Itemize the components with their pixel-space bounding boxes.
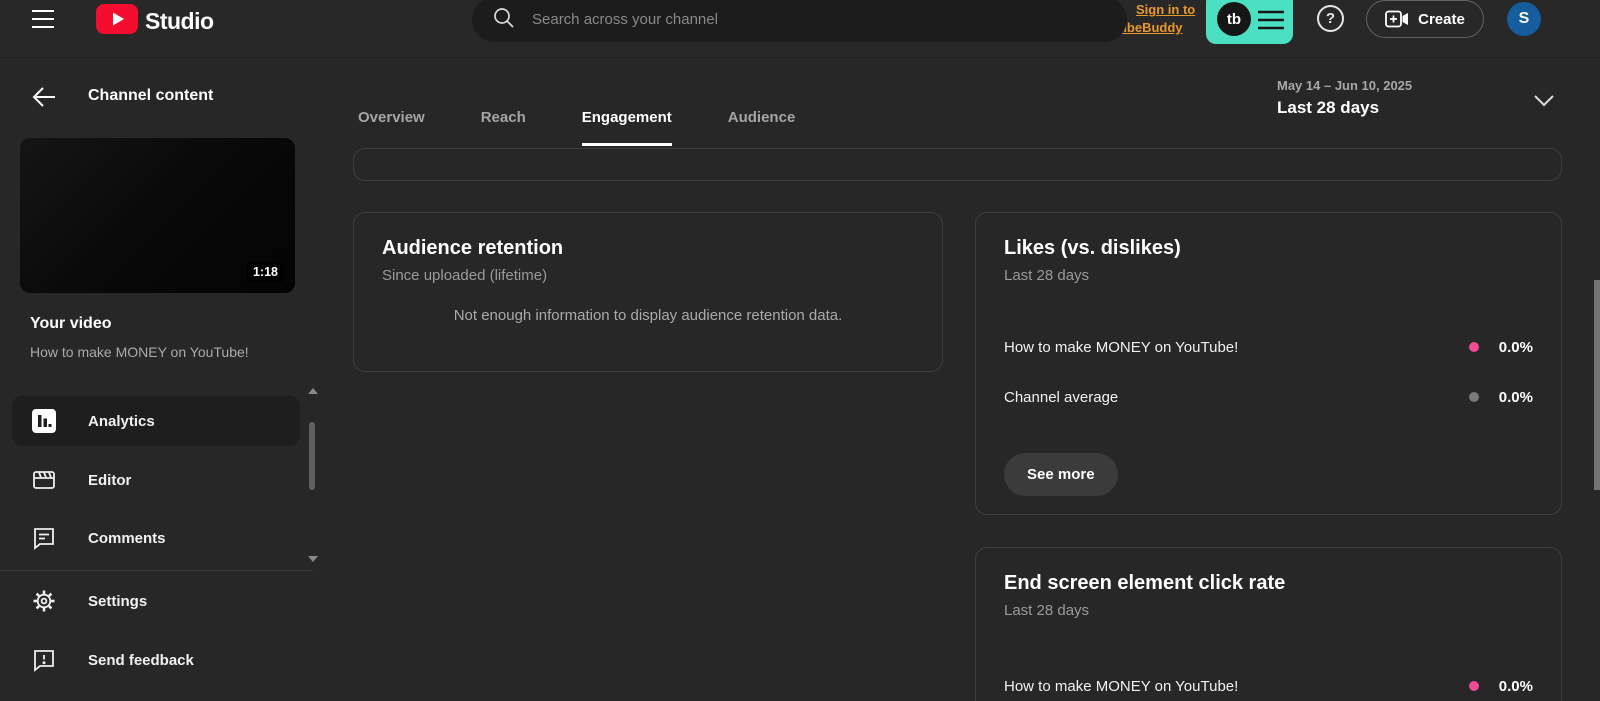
youtube-logo-icon — [96, 4, 138, 39]
legend-dot-video — [1469, 342, 1479, 352]
channel-search-bar[interactable] — [472, 0, 1127, 42]
video-title: How to make MONEY on YouTube! — [30, 344, 249, 360]
video-duration-badge: 1:18 — [246, 262, 284, 282]
sidebar-item-label: Analytics — [88, 412, 155, 430]
card-subtitle: Since uploaded (lifetime) — [382, 267, 548, 284]
create-button-label: Create — [1418, 10, 1465, 28]
youtube-studio-logo[interactable]: Studio — [96, 4, 214, 39]
sidebar-item-settings[interactable]: Settings — [12, 576, 300, 626]
tubebuddy-signin-line1[interactable]: Sign in to — [1136, 1, 1195, 19]
create-video-icon — [1385, 10, 1409, 28]
stat-value: 0.0% — [1498, 388, 1533, 406]
chevron-down-icon[interactable] — [1533, 94, 1555, 112]
sidebar-item-label: Comments — [88, 529, 166, 547]
sidebar-item-label: Editor — [88, 471, 132, 489]
studio-wordmark: Studio — [145, 8, 214, 34]
search-icon — [493, 7, 514, 33]
card-subtitle: Last 28 days — [1004, 602, 1090, 619]
likes-vs-dislikes-card: Likes (vs. dislikes) Last 28 days How to… — [975, 212, 1562, 515]
video-thumbnail[interactable]: 1:18 — [20, 138, 295, 293]
sidebar-item-label: Settings — [88, 592, 148, 610]
end-screen-click-rate-card: End screen element click rate Last 28 da… — [975, 547, 1562, 701]
gear-icon — [32, 589, 56, 613]
sidebar-divider — [0, 570, 313, 571]
sidebar-item-send-feedback[interactable]: Send feedback — [12, 635, 300, 685]
back-arrow-icon[interactable] — [32, 86, 56, 111]
editor-icon — [32, 468, 56, 492]
analytics-icon — [32, 409, 56, 433]
analytics-tabs: Overview Reach Engagement Audience — [358, 88, 795, 146]
legend-dot-channel-average — [1469, 392, 1479, 402]
stat-row-video: How to make MONEY on YouTube! 0.0% — [1004, 672, 1533, 700]
sidebar-item-comments[interactable]: Comments — [12, 513, 300, 563]
youtube-studio-app: Studio ▵ Sign in to TubeBuddy tb ? Creat… — [0, 0, 1600, 701]
sidebar-item-editor[interactable]: Editor — [12, 455, 300, 505]
stat-label: How to make MONEY on YouTube! — [1004, 677, 1239, 695]
search-input[interactable] — [532, 11, 1072, 28]
hamburger-menu-icon[interactable] — [30, 6, 56, 33]
tubebuddy-logo-icon: tb — [1217, 2, 1251, 36]
empty-state-message: Not enough information to display audien… — [453, 307, 843, 324]
sidebar-scroll-up-icon[interactable] — [308, 388, 318, 394]
see-more-button[interactable]: See more — [1004, 453, 1118, 496]
stat-value: 0.0% — [1498, 338, 1533, 356]
card-title: Audience retention — [382, 237, 564, 259]
help-icon[interactable]: ? — [1317, 5, 1344, 32]
stat-value: 0.0% — [1498, 677, 1533, 695]
card-subtitle: Last 28 days — [1004, 267, 1090, 284]
stat-row-channel-average: Channel average 0.0% — [1004, 383, 1533, 411]
your-video-label: Your video — [30, 315, 112, 332]
legend-dot-video — [1469, 681, 1479, 691]
tab-audience[interactable]: Audience — [728, 88, 796, 146]
tubebuddy-toolbar-button[interactable]: tb — [1206, 0, 1293, 44]
feedback-icon — [32, 648, 56, 672]
tab-overview[interactable]: Overview — [358, 88, 425, 146]
date-range-text: May 14 – Jun 10, 2025 — [1277, 78, 1413, 93]
page-title: Channel content — [88, 87, 214, 104]
tubebuddy-menu-icon — [1258, 9, 1284, 36]
sidebar-item-analytics[interactable]: Analytics — [12, 396, 300, 446]
stat-label: Channel average — [1004, 388, 1119, 406]
audience-retention-card: Audience retention Since uploaded (lifet… — [353, 212, 943, 372]
card-title: End screen element click rate — [1004, 572, 1286, 594]
sidebar-item-label: Send feedback — [88, 651, 194, 669]
main-scrollbar-thumb[interactable] — [1594, 280, 1600, 490]
account-avatar[interactable]: S — [1507, 2, 1541, 36]
stat-label: How to make MONEY on YouTube! — [1004, 338, 1239, 356]
tab-engagement[interactable]: Engagement — [581, 88, 672, 146]
date-range-selector[interactable]: May 14 – Jun 10, 2025 Last 28 days — [1277, 78, 1412, 118]
top-bar: Studio ▵ Sign in to TubeBuddy tb ? Creat… — [0, 0, 1600, 58]
create-button[interactable]: Create — [1366, 0, 1484, 38]
sidebar-scrollbar-thumb[interactable] — [309, 422, 315, 490]
scrolled-card-bottom-sliver — [353, 148, 1562, 181]
card-title: Likes (vs. dislikes) — [1004, 237, 1181, 259]
tab-reach[interactable]: Reach — [481, 88, 526, 146]
stat-row-video: How to make MONEY on YouTube! 0.0% — [1004, 333, 1533, 361]
sidebar-scroll-down-icon[interactable] — [308, 556, 318, 562]
comments-icon — [32, 526, 56, 550]
date-range-label: Last 28 days — [1277, 98, 1380, 117]
